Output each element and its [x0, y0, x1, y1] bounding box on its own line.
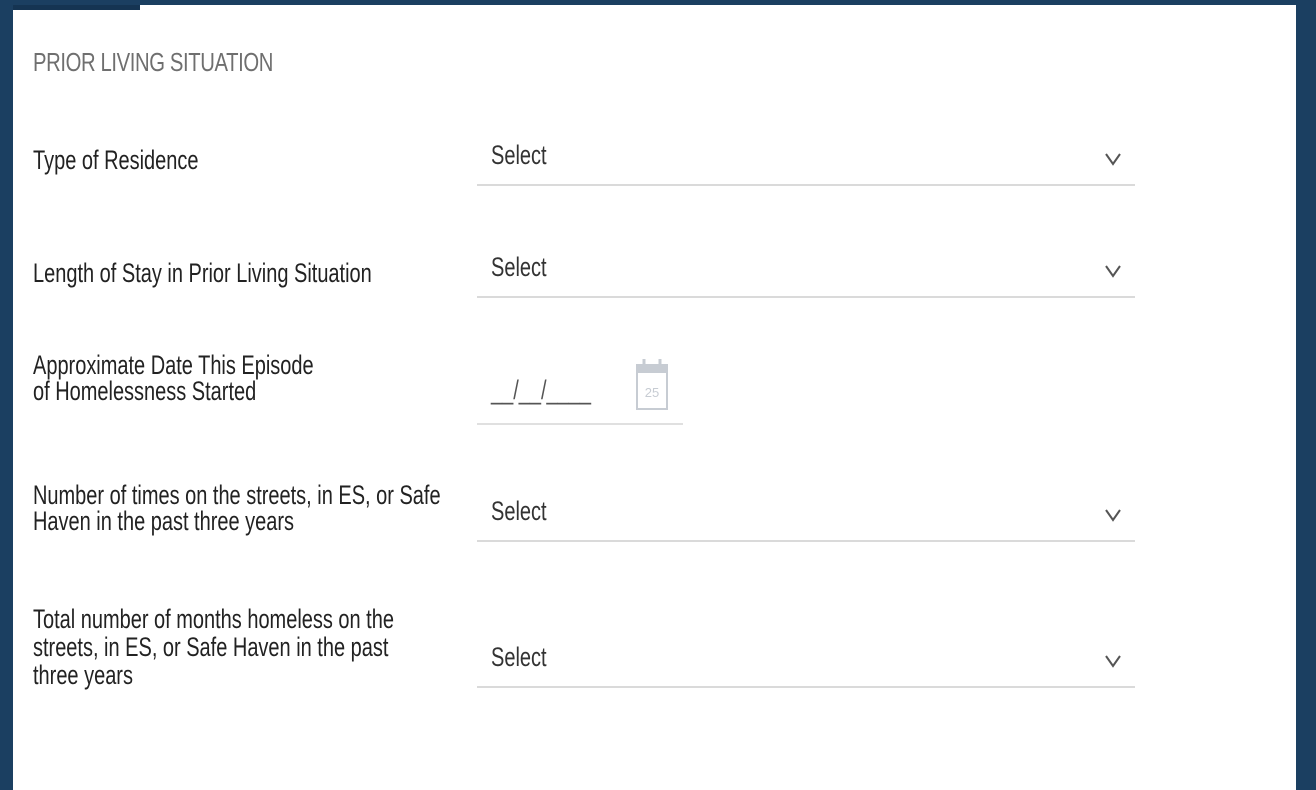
- length-of-stay-label: Length of Stay in Prior Living Situation: [33, 258, 372, 288]
- form-panel: PRIOR LIVING SITUATION Type of Residence…: [13, 5, 1296, 790]
- times-on-streets-label: Number of times on the streets, in ES, o…: [33, 480, 441, 536]
- frame-tab: [13, 5, 140, 10]
- episode-start-label: Approximate Date This Episode of Homeles…: [33, 350, 314, 406]
- type-of-residence-select[interactable]: Select: [477, 140, 1135, 186]
- months-homeless-value: Select: [491, 642, 547, 672]
- months-homeless-label: Total number of months homeless on the s…: [33, 604, 394, 690]
- length-of-stay-value: Select: [491, 252, 547, 282]
- times-on-streets-select[interactable]: Select: [477, 496, 1135, 542]
- episode-start-date-value: __/__/____: [491, 375, 592, 405]
- times-on-streets-value: Select: [491, 496, 547, 526]
- length-of-stay-select[interactable]: Select: [477, 252, 1135, 298]
- chevron-down-icon: [1105, 509, 1121, 522]
- episode-start-date-field[interactable]: __/__/____ 25: [477, 357, 683, 425]
- calendar-icon[interactable]: 25: [635, 357, 669, 413]
- chevron-down-icon: [1105, 153, 1121, 166]
- calendar-day-text: 25: [645, 385, 659, 400]
- months-homeless-select[interactable]: Select: [477, 642, 1135, 688]
- type-of-residence-label: Type of Residence: [33, 145, 199, 175]
- chevron-down-icon: [1105, 655, 1121, 668]
- chevron-down-icon: [1105, 265, 1121, 278]
- section-title: PRIOR LIVING SITUATION: [33, 47, 274, 77]
- type-of-residence-value: Select: [491, 140, 547, 170]
